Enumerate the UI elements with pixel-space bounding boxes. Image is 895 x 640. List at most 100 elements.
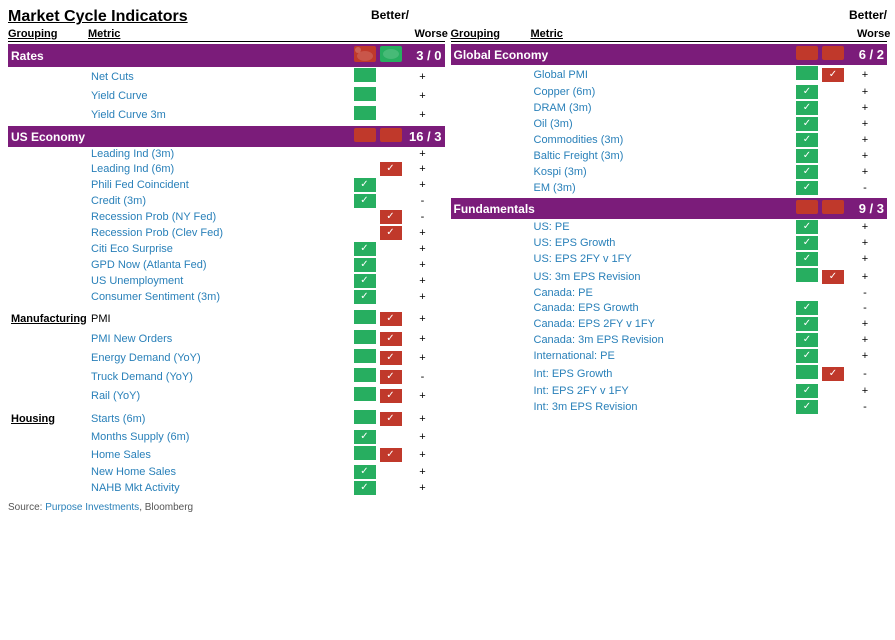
canada-eps-2fy-row: Canada: EPS 2FY v 1FY ✓ + [451,316,888,332]
leading-ind-3m-metric: Leading Ind (3m) [91,148,352,160]
credit-3m-bw: - [404,195,442,207]
net-cuts-metric: Net Cuts [91,71,352,83]
canada-eps-rev-metric: Canada: 3m EPS Revision [534,334,795,346]
top-header: Market Cycle Indicators Better/ Better/ [8,8,887,26]
citi-eco-bull: ✓ [352,242,378,256]
pmi-new-orders-bull [352,330,378,347]
us-eps-rev-row: US: 3m EPS Revision ✓ + [451,267,888,286]
new-home-sales-row: New Home Sales ✓ + [8,464,445,480]
home-sales-bw: + [404,449,442,461]
energy-demand-bull [352,349,378,366]
kospi-bw: + [846,166,884,178]
recession-ny-bear: ✓ [378,210,404,224]
global-economy-group-header: Global Economy 6 / 2 [451,44,888,65]
better-worse-right: Better/ [849,8,887,26]
commodities-bull: ✓ [794,133,820,147]
source-link[interactable]: Purpose Investments [45,502,139,513]
em-metric: EM (3m) [534,182,795,194]
truck-demand-bear: ✓ [378,370,404,384]
months-supply-row: Months Supply (6m) ✓ + [8,429,445,445]
dram-metric: DRAM (3m) [534,102,795,114]
oil-bull: ✓ [794,117,820,131]
manufacturing-pmi-bw: + [404,313,442,325]
global-pmi-bw: + [846,69,884,81]
intl-pe-bw: + [846,350,884,362]
net-cuts-bw: + [404,71,442,83]
pmi-new-orders-metric: PMI New Orders [91,333,352,345]
recession-clev-bw: + [404,227,442,239]
rail-yoy-bull [352,387,378,404]
global-economy-label: Global Economy [454,48,795,62]
home-sales-bull [352,446,378,463]
manufacturing-label: Manufacturing [11,313,91,325]
baltic-bw: + [846,150,884,162]
housing-starts-metric: Starts (6m) [91,413,352,425]
us-eps-rev-bw: + [846,271,884,283]
new-home-sales-bw: + [404,466,442,478]
canada-eps-growth-row: Canada: EPS Growth ✓ - [451,300,888,316]
credit-3m-bull: ✓ [352,194,378,208]
kospi-bull: ✓ [794,165,820,179]
int-eps-rev-row: Int: 3m EPS Revision ✓ - [451,399,888,415]
recession-ny-bw: - [404,211,442,223]
int-eps-growth-row: Int: EPS Growth ✓ - [451,364,888,383]
em-bw: - [846,182,884,194]
rail-yoy-metric: Rail (YoY) [91,390,352,402]
copper-row: Copper (6m) ✓ + [451,84,888,100]
canada-eps-growth-metric: Canada: EPS Growth [534,302,795,314]
em-row: EM (3m) ✓ - [451,180,888,196]
us-eps-2fy-row: US: EPS 2FY v 1FY ✓ + [451,251,888,267]
gpd-now-metric: GPD Now (Atlanta Fed) [91,259,352,271]
rates-bull-icon [378,46,404,65]
us-unemployment-row: US Unemployment ✓ + [8,273,445,289]
months-supply-bw: + [404,431,442,443]
right-grouping-header: Grouping [451,28,531,40]
pmi-new-orders-row: PMI New Orders ✓ + [8,329,445,348]
canada-eps-rev-bw: + [846,334,884,346]
leading-ind-6m-bw: + [404,163,442,175]
dram-bw: + [846,102,884,114]
months-supply-bull: ✓ [352,430,378,444]
int-eps-rev-metric: Int: 3m EPS Revision [534,401,795,413]
source-line: Source: Purpose Investments, Bloomberg [8,502,887,513]
int-eps-growth-bull [794,365,820,382]
canada-eps-rev-row: Canada: 3m EPS Revision ✓ + [451,332,888,348]
us-eps-rev-metric: US: 3m EPS Revision [534,271,795,283]
copper-metric: Copper (6m) [534,86,795,98]
truck-demand-bw: - [404,371,442,383]
baltic-metric: Baltic Freight (3m) [534,150,795,162]
truck-demand-bull [352,368,378,385]
phili-fed-bull: ✓ [352,178,378,192]
right-metric-header: Metric [531,28,802,40]
housing-label: Housing [11,413,91,425]
us-unemployment-bw: + [404,275,442,287]
us-economy-label: US Economy [11,130,352,144]
oil-row: Oil (3m) ✓ + [451,116,888,132]
better-worse-left: Better/ [371,8,409,26]
consumer-sentiment-bw: + [404,291,442,303]
int-eps-2fy-bull: ✓ [794,384,820,398]
credit-3m-metric: Credit (3m) [91,195,352,207]
nahb-row: NAHB Mkt Activity ✓ + [8,480,445,496]
phili-fed-row: Phili Fed Coincident ✓ + [8,177,445,193]
canada-pe-row: Canada: PE - [451,286,888,300]
citi-eco-metric: Citi Eco Surprise [91,243,352,255]
leading-ind-6m-row: Leading Ind (6m) ✓ + [8,161,445,177]
leading-ind-6m-metric: Leading Ind (6m) [91,163,352,175]
yield-curve-3m-bull [352,106,378,123]
dram-row: DRAM (3m) ✓ + [451,100,888,116]
us-unemployment-metric: US Unemployment [91,275,352,287]
us-pe-row: US: PE ✓ + [451,219,888,235]
global-pmi-bull [794,66,820,83]
consumer-sentiment-metric: Consumer Sentiment (3m) [91,291,352,303]
phili-fed-bw: + [404,179,442,191]
intl-pe-bull: ✓ [794,349,820,363]
housing-starts-row: Housing Starts (6m) ✓ + [8,408,445,429]
gpd-now-row: GPD Now (Atlanta Fed) ✓ + [8,257,445,273]
yield-curve-3m-metric: Yield Curve 3m [91,109,352,121]
int-eps-2fy-bw: + [846,385,884,397]
source-prefix: Source: [8,502,45,513]
leading-ind-6m-bear: ✓ [378,162,404,176]
energy-demand-row: Energy Demand (YoY) ✓ + [8,348,445,367]
intl-pe-row: International: PE ✓ + [451,348,888,364]
